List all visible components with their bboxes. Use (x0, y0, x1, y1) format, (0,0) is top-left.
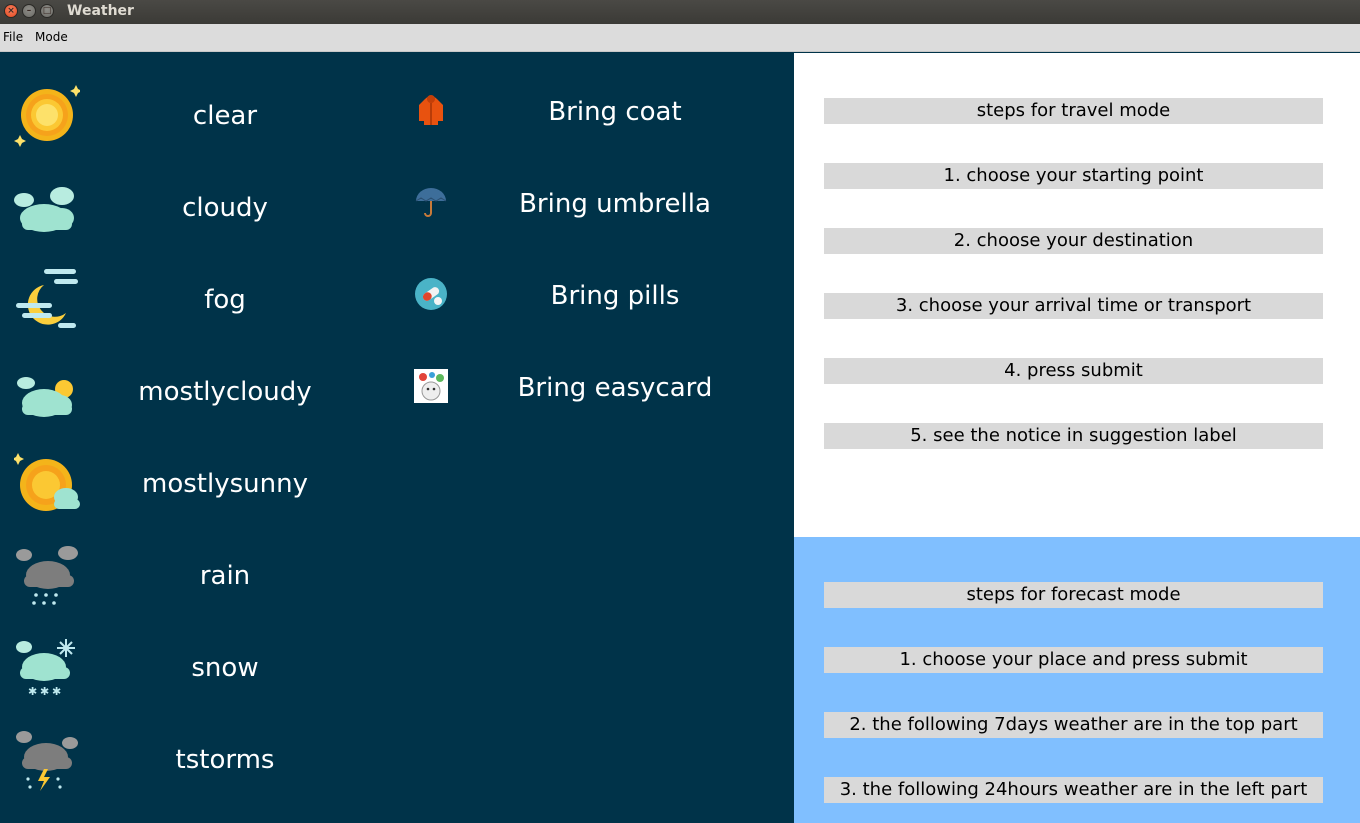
close-icon: × (7, 6, 15, 16)
suggestion-row-umbrella: Bring umbrella (400, 163, 794, 255)
weather-label: fog (204, 285, 246, 315)
forecast-mode-steps-panel: steps for forecast mode 1. choose your p… (794, 537, 1360, 823)
travel-step: 1. choose your starting point (824, 163, 1323, 189)
travel-steps-heading: steps for travel mode (824, 98, 1323, 124)
travel-mode-steps-panel: steps for travel mode 1. choose your sta… (794, 53, 1360, 537)
suggestion-row-easycard: Bring easycard (400, 347, 794, 439)
suggestion-label: Bring umbrella (519, 189, 711, 219)
minimize-icon: – (26, 6, 32, 16)
weather-row-clear: clear (0, 71, 380, 163)
window-title: Weather (67, 3, 134, 19)
weather-row-fog: fog (0, 255, 380, 347)
svg-text:✱: ✱ (40, 685, 49, 698)
travel-step: 4. press submit (824, 358, 1323, 384)
weather-legend-panel: clear cloudy fog mostlycloudy mostlysunn… (0, 53, 794, 823)
coat-icon (419, 95, 443, 125)
suggestion-label: Bring pills (550, 281, 680, 311)
pills-icon (415, 278, 447, 310)
weather-row-mostlycloudy: mostlycloudy (0, 347, 380, 439)
travel-step: 3. choose your arrival time or transport (824, 293, 1323, 319)
weather-row-tstorms: tstorms (0, 715, 380, 807)
weather-label: tstorms (175, 745, 275, 775)
weather-row-mostlysunny: mostlysunny (0, 439, 380, 531)
snow-icon: ✱ ✱ ✱ (16, 639, 75, 698)
mostly-cloudy-icon (17, 377, 73, 417)
close-window-button[interactable]: × (4, 4, 18, 18)
mostly-sunny-icon (14, 453, 80, 511)
weather-label: cloudy (182, 193, 268, 223)
weather-row-snow: ✱ ✱ ✱ snow (0, 623, 380, 715)
minimize-window-button[interactable]: – (22, 4, 36, 18)
weather-label: mostlysunny (142, 469, 308, 499)
suggestion-label: Bring easycard (517, 373, 713, 403)
maximize-icon: □ (42, 6, 52, 16)
umbrella-icon (415, 188, 447, 217)
weather-label: rain (199, 561, 251, 591)
forecast-steps-heading: steps for forecast mode (824, 582, 1323, 608)
forecast-step: 3. the following 24hours weather are in … (824, 777, 1323, 803)
travel-step: 5. see the notice in suggestion label (824, 423, 1323, 449)
easycard-icon (414, 369, 448, 403)
sun-icon (14, 85, 80, 147)
thunderstorm-icon (16, 731, 78, 791)
svg-text:✱: ✱ (52, 685, 61, 698)
forecast-step: 2. the following 7days weather are in th… (824, 712, 1323, 738)
title-bar: × – □ Weather (0, 0, 1360, 24)
fog-moon-icon (16, 269, 78, 328)
menu-bar: File Mode (0, 24, 1360, 52)
svg-text:✱: ✱ (28, 685, 37, 698)
rain-icon (16, 546, 78, 605)
weather-label: clear (192, 101, 258, 131)
suggestion-row-coat: Bring coat (400, 71, 794, 163)
menu-mode[interactable]: Mode (35, 30, 68, 44)
weather-label: mostlycloudy (138, 377, 312, 407)
clouds-icon (14, 187, 74, 232)
suggestion-row-pills: Bring pills (400, 255, 794, 347)
weather-row-rain: rain (0, 531, 380, 623)
maximize-window-button[interactable]: □ (40, 4, 54, 18)
weather-row-cloudy: cloudy (0, 163, 380, 255)
menu-file[interactable]: File (3, 30, 23, 44)
forecast-step: 1. choose your place and press submit (824, 647, 1323, 673)
suggestion-label: Bring coat (548, 97, 682, 127)
weather-label: snow (191, 653, 259, 683)
travel-step: 2. choose your destination (824, 228, 1323, 254)
